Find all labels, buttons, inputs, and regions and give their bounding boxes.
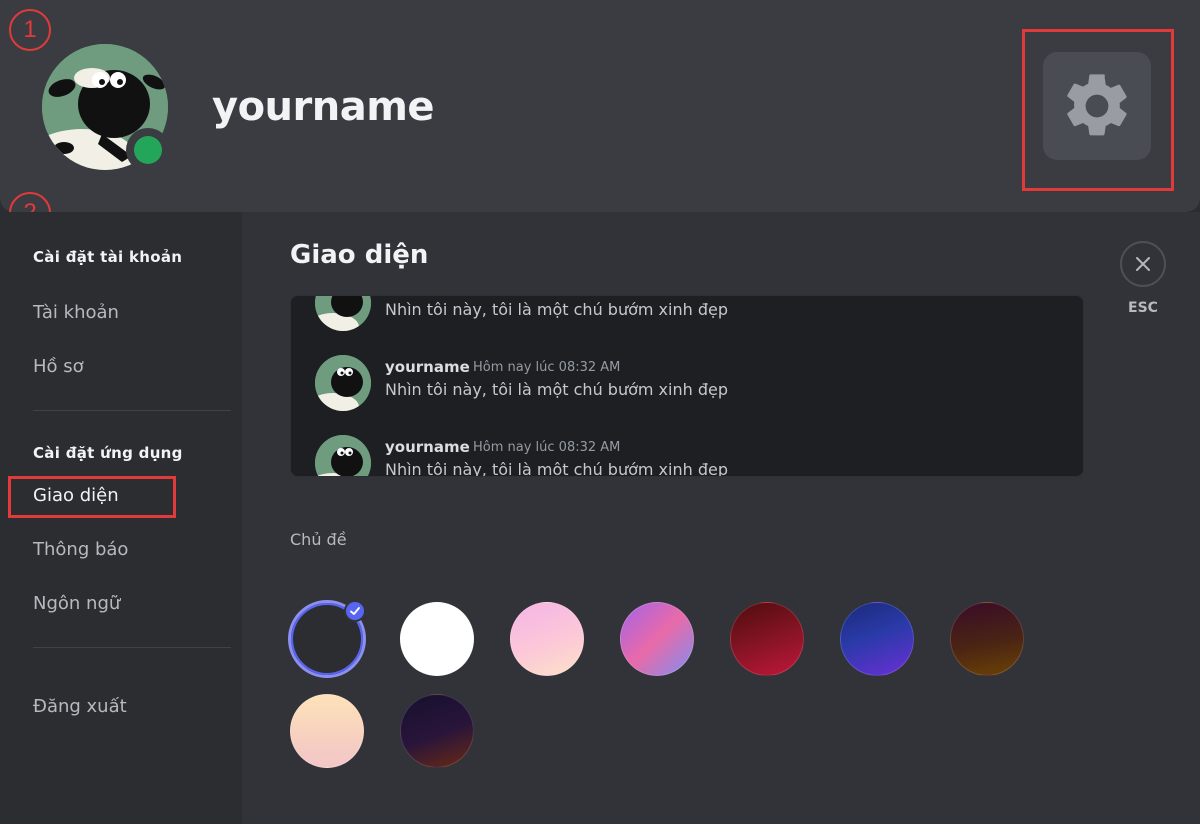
theme-swatch-light[interactable] <box>400 602 474 676</box>
avatar <box>315 296 371 331</box>
message-text: Nhìn tôi này, tôi là một chú bướm xinh đ… <box>385 460 728 477</box>
message-text: Nhìn tôi này, tôi là một chú bướm xinh đ… <box>385 380 728 399</box>
close-button[interactable] <box>1120 241 1166 287</box>
message-preview: Nhìn tôi này, tôi là một chú bướm xinh đ… <box>290 295 1084 477</box>
sidebar-item-language[interactable]: Ngôn ngữ <box>33 593 120 614</box>
profile-banner: yourname <box>0 0 1200 212</box>
settings-sidebar: Cài đặt tài khoản Tài khoản Hồ sơ Cài đặ… <box>0 212 242 824</box>
preview-message: yourname Hôm nay lúc 08:32 AM Nhìn tôi n… <box>315 435 1055 477</box>
sidebar-item-profile[interactable]: Hồ sơ <box>33 356 84 377</box>
avatar <box>315 355 371 411</box>
settings-highlight-box <box>1022 29 1174 191</box>
profile-avatar[interactable] <box>42 44 170 172</box>
theme-swatch-purple-pink[interactable] <box>620 602 694 676</box>
theme-swatch-dark-sunset[interactable] <box>400 694 474 768</box>
theme-swatch-crimson[interactable] <box>730 602 804 676</box>
sidebar-item-account[interactable]: Tài khoản <box>33 302 119 323</box>
avatar <box>315 435 371 476</box>
message-author: yourname <box>385 358 470 376</box>
sidebar-section-app: Cài đặt ứng dụng <box>33 444 183 462</box>
online-status-icon <box>134 136 162 164</box>
sidebar-section-account: Cài đặt tài khoản <box>33 248 183 266</box>
sidebar-divider <box>33 647 231 648</box>
esc-hint: ESC <box>1128 300 1158 316</box>
status-ring <box>126 128 170 172</box>
settings-main: Giao diện ESC Nhìn tôi này, tôi là một c… <box>242 212 1200 824</box>
close-icon <box>1136 257 1150 271</box>
profile-username: yourname <box>212 84 435 130</box>
message-timestamp: Hôm nay lúc 08:32 AM <box>473 360 621 375</box>
theme-section-label: Chủ đề <box>290 530 347 549</box>
selected-check-icon <box>344 600 366 622</box>
step-1-marker: 1 <box>9 9 51 51</box>
page-title: Giao diện <box>290 240 429 270</box>
preview-message: yourname Hôm nay lúc 08:32 AM Nhìn tôi n… <box>315 355 1055 415</box>
sidebar-divider <box>33 410 231 411</box>
message-text: Nhìn tôi này, tôi là một chú bướm xinh đ… <box>385 300 728 319</box>
appearance-highlight-box <box>8 476 176 518</box>
theme-swatch-midnight-blue[interactable] <box>840 602 914 676</box>
message-author: yourname <box>385 438 470 456</box>
sidebar-item-notifications[interactable]: Thông báo <box>33 539 128 560</box>
sidebar-item-logout[interactable]: Đăng xuất <box>33 696 127 717</box>
theme-swatch-cotton-candy[interactable] <box>510 602 584 676</box>
theme-swatch-dusk-amber[interactable] <box>950 602 1024 676</box>
theme-swatch-peach[interactable] <box>290 694 364 768</box>
preview-message: Nhìn tôi này, tôi là một chú bướm xinh đ… <box>315 296 1055 335</box>
message-timestamp: Hôm nay lúc 08:32 AM <box>473 440 621 455</box>
